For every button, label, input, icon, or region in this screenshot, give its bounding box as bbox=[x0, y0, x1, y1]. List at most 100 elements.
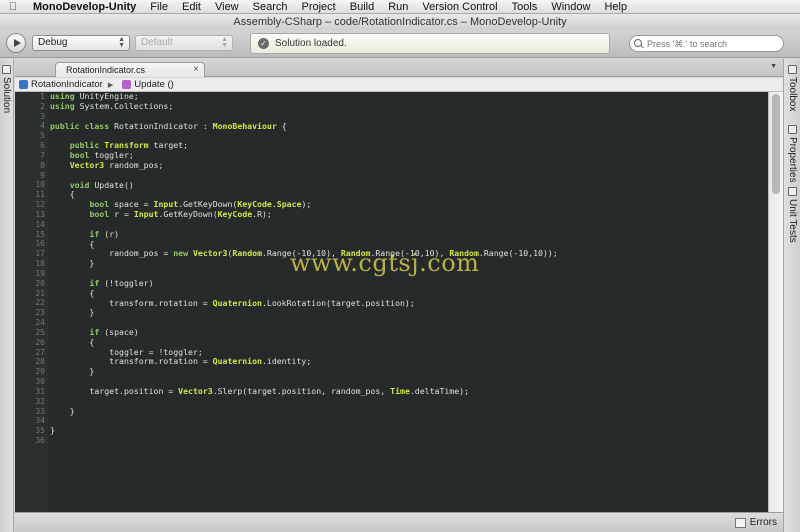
pad-tab-unit-tests-label: Unit Tests bbox=[787, 199, 798, 243]
pad-tab-properties-label: Properties bbox=[787, 137, 798, 183]
tab-rotation-indicator[interactable]: RotationIndicator.cs × bbox=[55, 62, 205, 77]
code-line: } bbox=[50, 425, 55, 436]
menu-run[interactable]: Run bbox=[381, 0, 415, 14]
breadcrumb-method[interactable]: Update () bbox=[134, 79, 174, 90]
unit-tests-icon bbox=[788, 187, 797, 196]
code-line: using System.Collections; bbox=[50, 100, 174, 111]
close-icon[interactable]: × bbox=[193, 63, 199, 77]
code-line: } bbox=[50, 366, 95, 377]
updown-arrows-icon: ▲ ▼ bbox=[221, 36, 228, 49]
pad-tab-toolbox[interactable]: Toolbox bbox=[787, 65, 798, 111]
line-number: 11 bbox=[35, 190, 45, 200]
line-number: 22 bbox=[35, 298, 45, 308]
chevron-down-icon[interactable]: ▼ bbox=[770, 63, 777, 70]
pad-tab-properties[interactable]: Properties bbox=[787, 125, 798, 183]
errors-pad-button[interactable]: Errors bbox=[734, 515, 783, 531]
code-line: } bbox=[50, 307, 95, 318]
line-number: 14 bbox=[35, 219, 45, 229]
code-line: transform.rotation = Quaternion.LookRota… bbox=[50, 297, 415, 308]
code-line: } bbox=[50, 405, 75, 416]
line-number: 8 bbox=[40, 160, 45, 170]
code-editor[interactable]: 1 2 3 4 5 6 7 8 9 10 11 12 13 14 15 16 17 18 19 20 21 22 23 24 2… bbox=[15, 92, 768, 512]
code-line: target.position = Vector3.Slerp(target.p… bbox=[50, 385, 470, 396]
toolbar: Debug ▲ ▼ Default ▲ ▼ ✓ Solution loaded. bbox=[0, 30, 800, 58]
menu-view[interactable]: View bbox=[208, 0, 246, 14]
line-number: 4 bbox=[40, 121, 45, 131]
menu-project[interactable]: Project bbox=[295, 0, 343, 14]
code-line: public class RotationIndicator : MonoBeh… bbox=[50, 120, 287, 131]
errors-label: Errors bbox=[749, 517, 777, 528]
line-number: 28 bbox=[35, 357, 45, 367]
line-number: 19 bbox=[35, 268, 45, 278]
line-number: 6 bbox=[40, 141, 45, 151]
line-number: 25 bbox=[35, 327, 45, 337]
code-line: if (r) bbox=[89, 228, 120, 239]
breadcrumb: RotationIndicator ▶ Update () bbox=[15, 78, 783, 92]
platform-value: Default bbox=[141, 37, 173, 48]
vertical-scrollbar[interactable] bbox=[768, 92, 783, 512]
check-icon: ✓ bbox=[258, 38, 269, 49]
code-line: Vector3 random_pos; bbox=[69, 159, 164, 170]
line-number: 32 bbox=[35, 396, 45, 406]
left-pad-bar: Solution bbox=[0, 59, 14, 532]
search-box[interactable] bbox=[629, 35, 784, 52]
pad-tab-toolbox-label: Toolbox bbox=[787, 77, 798, 112]
line-number: 15 bbox=[35, 229, 45, 239]
line-number: 10 bbox=[35, 180, 45, 190]
line-number: 12 bbox=[35, 200, 45, 210]
line-number: 35 bbox=[35, 426, 45, 436]
line-number: 33 bbox=[35, 406, 45, 416]
menu-window[interactable]: Window bbox=[544, 0, 597, 14]
line-number: 18 bbox=[35, 259, 45, 269]
line-number: 34 bbox=[35, 416, 45, 426]
apple-icon[interactable]:  bbox=[0, 1, 26, 13]
breadcrumb-separator-icon: ▶ bbox=[107, 81, 114, 89]
toolbox-icon bbox=[788, 65, 797, 74]
menu-build[interactable]: Build bbox=[343, 0, 381, 14]
menu-edit[interactable]: Edit bbox=[175, 0, 208, 14]
line-number: 1 bbox=[40, 92, 45, 101]
breadcrumb-class[interactable]: RotationIndicator bbox=[31, 79, 103, 90]
line-number: 21 bbox=[35, 288, 45, 298]
line-number: 31 bbox=[35, 386, 45, 396]
solution-icon bbox=[2, 65, 11, 74]
menu-bar:  MonoDevelop-Unity File Edit View Searc… bbox=[0, 0, 800, 14]
document-tab-bar: RotationIndicator.cs × ▼ bbox=[15, 59, 783, 77]
pad-tab-solution[interactable]: Solution bbox=[1, 65, 12, 113]
status-bar: Errors bbox=[15, 512, 783, 532]
line-number: 30 bbox=[35, 377, 45, 387]
line-number: 27 bbox=[35, 347, 45, 357]
scrollbar-thumb[interactable] bbox=[772, 94, 780, 194]
properties-icon bbox=[788, 125, 797, 134]
run-button[interactable] bbox=[6, 33, 26, 53]
line-number: 17 bbox=[35, 249, 45, 259]
code-line: } bbox=[50, 258, 95, 269]
configuration-value: Debug bbox=[38, 37, 68, 48]
line-number-gutter: 1 2 3 4 5 6 7 8 9 10 11 12 13 14 15 16 17 18 19 20 21 22 23 24 2… bbox=[15, 92, 48, 512]
menu-tools[interactable]: Tools bbox=[505, 0, 545, 14]
line-number: 9 bbox=[40, 170, 45, 180]
line-number: 23 bbox=[35, 308, 45, 318]
menu-search[interactable]: Search bbox=[246, 0, 295, 14]
line-number: 13 bbox=[35, 209, 45, 219]
search-input[interactable] bbox=[647, 38, 777, 49]
line-number: 20 bbox=[35, 278, 45, 288]
code-line: { bbox=[50, 287, 95, 298]
line-number: 5 bbox=[40, 131, 45, 141]
configuration-select[interactable]: Debug ▲ ▼ bbox=[32, 35, 130, 51]
status-area: ✓ Solution loaded. bbox=[250, 33, 610, 54]
class-icon bbox=[19, 80, 28, 89]
platform-select[interactable]: Default ▲ ▼ bbox=[135, 35, 233, 51]
tab-label: RotationIndicator.cs bbox=[66, 65, 146, 75]
line-number: 24 bbox=[35, 318, 45, 328]
pad-tab-unit-tests[interactable]: Unit Tests bbox=[787, 187, 798, 243]
errors-icon bbox=[734, 518, 746, 528]
updown-arrows-icon: ▲ ▼ bbox=[118, 36, 125, 49]
menu-app-name[interactable]: MonoDevelop-Unity bbox=[26, 0, 143, 14]
status-message: Solution loaded. bbox=[275, 38, 347, 49]
play-icon bbox=[13, 39, 21, 47]
pad-tab-solution-label: Solution bbox=[1, 77, 12, 114]
menu-version-control[interactable]: Version Control bbox=[415, 0, 504, 14]
menu-file[interactable]: File bbox=[143, 0, 175, 14]
menu-help[interactable]: Help bbox=[597, 0, 634, 14]
